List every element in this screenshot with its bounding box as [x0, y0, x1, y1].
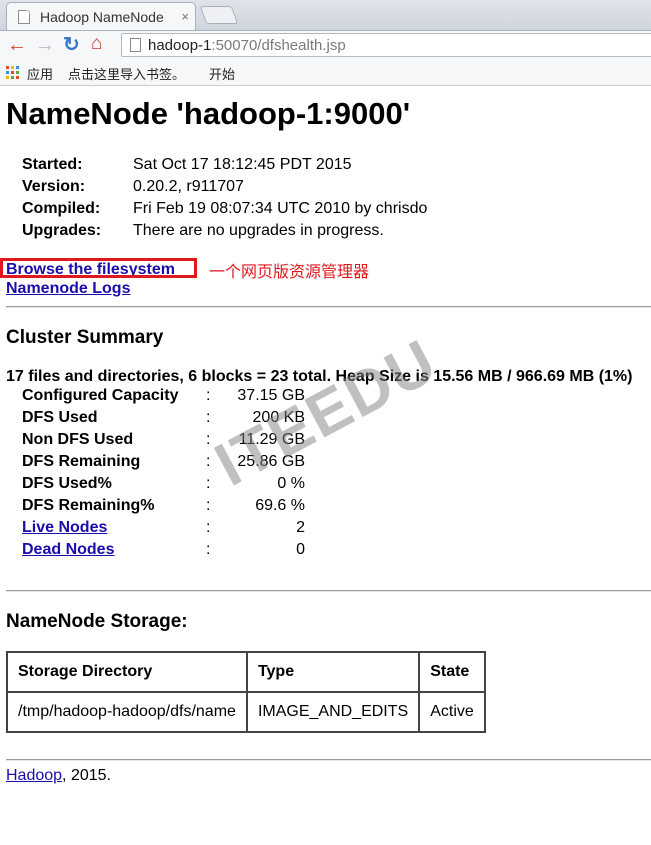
forward-icon[interactable]: →	[35, 34, 55, 56]
divider	[6, 306, 651, 308]
footer: Hadoop, 2015.	[6, 767, 111, 785]
stat-label: Non DFS Used	[22, 431, 134, 448]
stat-label: DFS Used	[22, 409, 98, 426]
url-text[interactable]: hadoop-1:50070/dfshealth.jsp	[148, 37, 346, 54]
address-bar[interactable]: hadoop-1:50070/dfshealth.jsp	[121, 33, 651, 57]
home-icon[interactable]: ⌂	[91, 33, 102, 55]
namenode-storage-heading: NameNode Storage:	[6, 611, 188, 632]
stat-value: 0	[296, 541, 305, 558]
new-tab-button[interactable]	[199, 6, 239, 24]
namenode-logs-link[interactable]: Namenode Logs	[6, 280, 130, 298]
hadoop-link[interactable]: Hadoop	[6, 767, 62, 784]
tab-title: Hadoop NameNode	[40, 9, 164, 25]
table-cell: Active	[418, 691, 486, 733]
divider	[6, 759, 651, 761]
bookmark-import[interactable]: 点击这里导入书签。	[68, 64, 185, 83]
info-value: 0.20.2, r911707	[133, 178, 244, 195]
divider	[6, 590, 651, 592]
footer-text: , 2015.	[62, 767, 111, 784]
page-icon	[130, 38, 141, 52]
bookmarks-bar: 应用 点击这里导入书签。 开始	[0, 59, 651, 86]
info-value: Sat Oct 17 18:12:45 PDT 2015	[133, 156, 352, 173]
stat-label: DFS Remaining	[22, 453, 141, 470]
stat-label: DFS Remaining%	[22, 497, 155, 514]
highlight-box	[0, 258, 197, 278]
stat-value: 69.6 %	[255, 497, 305, 514]
info-label: Started:	[22, 156, 83, 173]
tab-bar: Hadoop NameNode ×	[0, 0, 651, 31]
close-icon[interactable]: ×	[181, 9, 189, 24]
reload-icon[interactable]: ↻	[63, 34, 80, 56]
browser-toolbar: ← → ↻ ⌂ hadoop-1:50070/dfshealth.jsp	[0, 31, 651, 59]
browser-tab[interactable]: Hadoop NameNode ×	[6, 2, 196, 30]
table-row: /tmp/hadoop-hadoop/dfs/name IMAGE_AND_ED…	[6, 691, 486, 733]
apps-icon[interactable]	[6, 66, 19, 79]
table-cell: /tmp/hadoop-hadoop/dfs/name	[6, 691, 248, 733]
stat-label: Configured Capacity	[22, 387, 179, 404]
column-header: State	[418, 651, 486, 693]
stat-label: DFS Used%	[22, 475, 112, 492]
info-value: There are no upgrades in progress.	[133, 222, 384, 239]
table-cell: IMAGE_AND_EDITS	[245, 691, 421, 733]
back-icon[interactable]: ←	[7, 34, 27, 56]
info-value: Fri Feb 19 08:07:34 UTC 2010 by chrisdo	[133, 200, 428, 217]
bookmark-start[interactable]: 开始	[209, 64, 235, 83]
annotation-text: 一个网页版资源管理器	[209, 264, 370, 281]
bookmark-apps[interactable]: 应用	[27, 64, 53, 83]
info-label: Version:	[22, 178, 86, 195]
live-nodes-link[interactable]: Live Nodes	[22, 519, 107, 537]
cluster-summary-heading: Cluster Summary	[6, 327, 164, 348]
column-header: Type	[245, 651, 421, 693]
storage-table: Storage Directory Type State /tmp/hadoop…	[6, 651, 486, 733]
table-header-row: Storage Directory Type State	[6, 651, 486, 693]
dead-nodes-link[interactable]: Dead Nodes	[22, 541, 114, 559]
page-icon	[18, 10, 30, 24]
info-label: Compiled:	[22, 200, 101, 217]
stat-value: 2	[296, 519, 305, 536]
info-label: Upgrades:	[22, 222, 102, 239]
column-header: Storage Directory	[6, 651, 248, 693]
page-title: NameNode 'hadoop-1:9000'	[6, 96, 411, 131]
